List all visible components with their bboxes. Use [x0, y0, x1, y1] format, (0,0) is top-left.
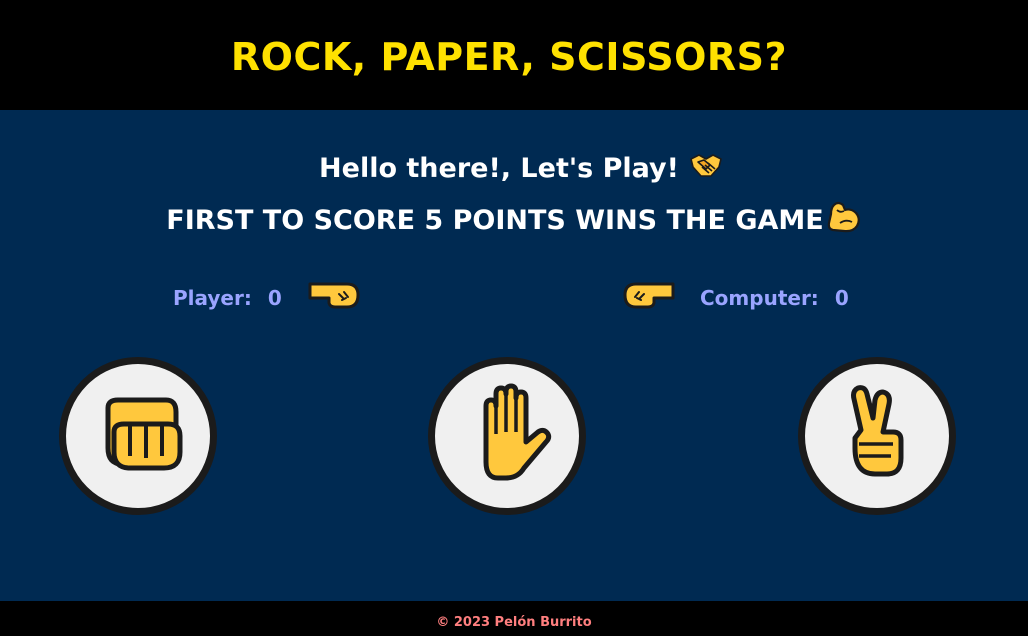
rock-button[interactable]	[59, 357, 217, 515]
oncoming-fist-icon	[90, 386, 186, 486]
computer-score: 0	[834, 285, 849, 310]
left-facing-fist-icon	[622, 278, 676, 317]
game-app: ROCK, PAPER, SCISSORS? Hello there!, Let…	[0, 0, 1028, 636]
page-title: ROCK, PAPER, SCISSORS?	[230, 35, 788, 79]
right-facing-fist-icon	[307, 278, 361, 317]
flexed-biceps-icon	[826, 200, 862, 241]
player-score: 0	[267, 285, 282, 310]
rules: FIRST TO SCORE 5 POINTS WINS THE GAME	[0, 200, 1028, 241]
computer-label: Computer:	[700, 285, 819, 310]
scissors-button[interactable]	[798, 357, 956, 515]
header: ROCK, PAPER, SCISSORS?	[0, 0, 1028, 110]
greeting-text: Hello there!, Let's Play!	[319, 153, 679, 184]
greeting: Hello there!, Let's Play!	[0, 150, 1028, 187]
victory-hand-icon	[837, 382, 917, 490]
footer: © 2023 Pelón Burrito	[0, 601, 1028, 636]
computer-score-display: Computer: 0	[622, 278, 849, 317]
rules-text: FIRST TO SCORE 5 POINTS WINS THE GAME	[166, 205, 824, 236]
copyright-text: © 2023 Pelón Burrito	[436, 614, 592, 630]
player-score-display: Player: 0	[173, 278, 361, 317]
paper-button[interactable]	[428, 357, 586, 515]
player-label: Player:	[173, 285, 252, 310]
handshake-icon	[689, 150, 723, 187]
raised-hand-icon	[462, 382, 552, 490]
main-area: Hello there!, Let's Play! FIRST TO SCORE…	[0, 110, 1028, 601]
